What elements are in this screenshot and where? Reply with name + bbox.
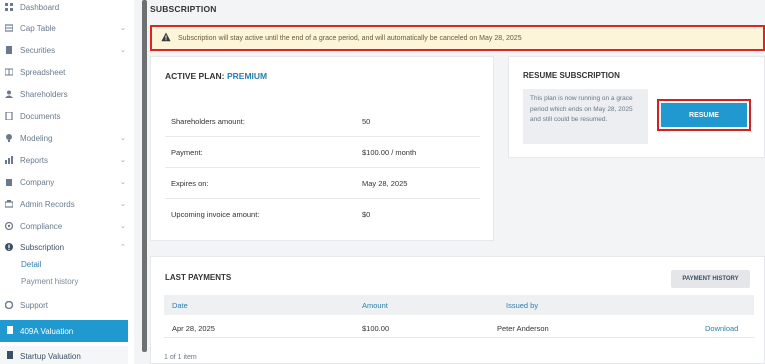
document-icon	[6, 351, 14, 361]
grace-period-alert: Subscription will stay active until the …	[150, 25, 765, 51]
sidebar-item-label: Compliance	[20, 221, 63, 231]
sidebar-item-label: Reports	[20, 155, 49, 165]
documents-icon	[5, 112, 13, 120]
sidebar-item-support[interactable]: Support	[0, 296, 134, 314]
pagination-info: 1 of 1 item	[164, 354, 197, 361]
last-payments-heading: LAST PAYMENTS	[165, 273, 232, 282]
resume-heading: RESUME SUBSCRIPTION	[523, 71, 620, 80]
chevron-down-icon: ⌄	[120, 223, 126, 230]
chevron-down-icon: ⌄	[120, 47, 126, 54]
sidebar-item-label: Admin Records	[20, 199, 75, 209]
chevron-up-icon: ⌃	[120, 244, 126, 251]
payment-history-button[interactable]: PAYMENT HISTORY	[671, 270, 750, 288]
spreadsheet-icon	[5, 68, 13, 76]
modeling-icon	[5, 134, 13, 142]
sidebar-subitem-detail[interactable]: Detail	[21, 260, 41, 269]
sidebar-item-reports[interactable]: Reports ⌄	[0, 151, 134, 169]
column-header-date[interactable]: Date	[172, 301, 188, 310]
column-header-amount[interactable]: Amount	[362, 301, 388, 310]
sidebar-item-label: Dashboard	[20, 2, 60, 12]
resume-button[interactable]: RESUME	[661, 103, 747, 127]
payment-date: Apr 28, 2025	[172, 324, 215, 333]
active-plan-heading: ACTIVE PLAN:	[165, 71, 225, 81]
plan-row-label: Upcoming invoice amount:	[171, 210, 260, 219]
valuation-409a-label: 409A Valuation	[20, 326, 74, 336]
plan-row-value: $0	[362, 210, 371, 219]
sidebar-item-company[interactable]: Company ⌄	[0, 173, 134, 191]
sidebar-item-label: Modeling	[20, 133, 53, 143]
admin-records-icon	[5, 200, 13, 208]
sidebar-item-label: Subscription	[20, 242, 65, 252]
securities-icon	[5, 46, 13, 54]
startup-valuation-button[interactable]: Startup Valuation	[0, 346, 128, 364]
column-header-issued-by[interactable]: Issued by	[506, 301, 538, 310]
support-icon	[5, 301, 13, 309]
sidebar: Dashboard Cap Table ⌄ Securities ⌄ Sprea…	[0, 0, 134, 364]
chevron-down-icon: ⌄	[120, 201, 126, 208]
sidebar-item-admin-records[interactable]: Admin Records ⌄	[0, 195, 134, 213]
plan-row-upcoming-invoice: Upcoming invoice amount: $0	[165, 199, 480, 230]
sidebar-item-label: Company	[20, 177, 55, 187]
page-title: SUBSCRIPTION	[150, 4, 217, 14]
payments-table-header: Date Amount Issued by	[164, 295, 754, 315]
sidebar-item-label: Documents	[20, 111, 61, 121]
resume-note: This plan is now running on a grace peri…	[523, 89, 648, 144]
table-row: Apr 28, 2025 $100.00 Peter Anderson Down…	[164, 318, 754, 338]
compliance-icon	[5, 222, 13, 230]
payment-issued-by: Peter Anderson	[497, 324, 549, 333]
chevron-down-icon: ⌄	[120, 157, 126, 164]
company-icon	[5, 178, 13, 186]
plan-row-payment: Payment: $100.00 / month	[165, 137, 480, 168]
reports-icon	[5, 156, 13, 164]
plan-row-value: May 28, 2025	[362, 179, 408, 188]
chevron-down-icon: ⌄	[120, 179, 126, 186]
last-payments-card: LAST PAYMENTS PAYMENT HISTORY Date Amoun…	[150, 256, 765, 364]
plan-row-label: Payment:	[171, 148, 203, 157]
plan-row-shareholders: Shareholders amount: 50	[165, 106, 480, 137]
shareholders-icon	[5, 90, 13, 98]
cap-table-icon	[5, 24, 13, 32]
plan-row-value: $100.00 / month	[362, 148, 417, 157]
sidebar-subitem-payment-history[interactable]: Payment history	[21, 277, 78, 286]
sidebar-item-label: Cap Table	[20, 23, 56, 33]
dashboard-icon	[5, 3, 13, 11]
document-icon	[6, 326, 14, 336]
sidebar-item-compliance[interactable]: Compliance ⌄	[0, 217, 134, 235]
sidebar-item-securities[interactable]: Securities ⌄	[0, 41, 134, 59]
sidebar-item-modeling[interactable]: Modeling ⌄	[0, 129, 134, 147]
plan-row-label: Shareholders amount:	[171, 117, 245, 126]
resume-subscription-card: RESUME SUBSCRIPTION This plan is now run…	[508, 56, 765, 158]
plan-row-label: Expires on:	[171, 179, 209, 188]
plan-row-expires: Expires on: May 28, 2025	[165, 168, 480, 199]
startup-valuation-label: Startup Valuation	[20, 351, 81, 361]
sidebar-scrollbar[interactable]	[142, 0, 147, 352]
subscription-icon	[5, 243, 13, 251]
sidebar-item-dashboard[interactable]: Dashboard	[0, 0, 134, 16]
sidebar-item-label: Shareholders	[20, 89, 68, 99]
sidebar-item-label: Securities	[20, 45, 56, 55]
download-link[interactable]: Download	[705, 324, 738, 333]
chevron-down-icon: ⌄	[120, 25, 126, 32]
plan-row-value: 50	[362, 117, 371, 126]
valuation-409a-button[interactable]: 409A Valuation	[0, 320, 128, 342]
sidebar-item-label: Spreadsheet	[20, 67, 66, 77]
active-plan-card: ACTIVE PLAN: PREMIUM Shareholders amount…	[150, 56, 494, 241]
sidebar-item-documents[interactable]: Documents	[0, 107, 134, 125]
warning-icon	[161, 32, 171, 42]
sidebar-item-shareholders[interactable]: Shareholders	[0, 85, 134, 103]
sidebar-item-subscription[interactable]: Subscription ⌃	[0, 238, 134, 256]
sidebar-item-label: Support	[20, 300, 49, 310]
sidebar-item-spreadsheet[interactable]: Spreadsheet	[0, 63, 134, 81]
alert-text: Subscription will stay active until the …	[178, 34, 522, 42]
payment-amount: $100.00	[362, 324, 390, 333]
resume-button-highlight: RESUME	[657, 99, 751, 131]
chevron-down-icon: ⌄	[120, 135, 126, 142]
active-plan-name: PREMIUM	[227, 71, 268, 81]
sidebar-item-cap-table[interactable]: Cap Table ⌄	[0, 19, 134, 37]
